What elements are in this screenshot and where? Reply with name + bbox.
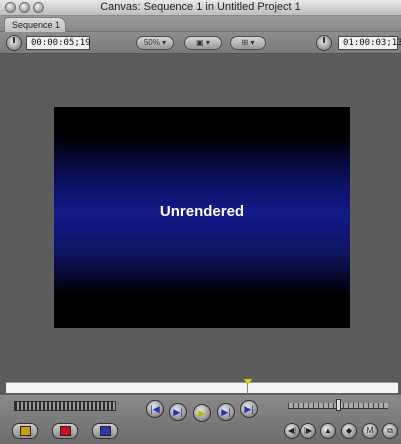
insert-edit-icon (20, 426, 31, 436)
insert-edit-button[interactable] (12, 423, 38, 439)
overwrite-edit-button[interactable] (52, 423, 78, 439)
match-frame-icon: ⧉ (387, 426, 393, 435)
duration-clock-icon (6, 35, 22, 51)
view-popup[interactable]: ▣ ▾ (184, 36, 222, 50)
mark-clip-icon: ▲ (324, 426, 332, 435)
play-around-button[interactable]: ▶| (217, 403, 235, 421)
zoom-value: 50% (143, 38, 160, 47)
duration-timecode-field[interactable]: 00:00:05;19 (26, 36, 91, 50)
chevron-down-icon: ▾ (159, 38, 167, 47)
add-keyframe-button[interactable]: ◆ (341, 423, 357, 439)
previous-edit-icon: |◀ (150, 404, 160, 414)
match-frame-button[interactable]: ⧉ (382, 423, 398, 439)
window-title: Canvas: Sequence 1 in Untitled Project 1 (100, 1, 301, 13)
add-marker-button[interactable]: M (362, 423, 378, 439)
play-in-to-out-button[interactable]: ▶| (169, 403, 187, 421)
keyframe-icon: ◆ (345, 426, 353, 435)
transport-controls: |◀ ▶| ▶ ▶| ▶| ◀| |▶ ▲ ◆ M ⧉ (0, 395, 401, 444)
window-titlebar[interactable]: Canvas: Sequence 1 in Untitled Project 1 (0, 0, 401, 16)
overlay-popup[interactable]: ⊞ ▾ (230, 36, 266, 50)
play-icon: ▶ (198, 408, 206, 418)
mark-clip-button[interactable]: ▲ (320, 423, 336, 439)
next-edit-icon: ▶| (244, 404, 254, 414)
replace-edit-button[interactable] (92, 423, 118, 439)
play-button[interactable]: ▶ (193, 404, 211, 422)
mark-out-icon: |▶ (303, 426, 313, 435)
view-mode-icon: ▣ (196, 38, 204, 47)
jog-handle[interactable] (336, 399, 341, 411)
tab-sequence-1[interactable]: Sequence 1 (4, 17, 66, 32)
mark-in-icon: ◀| (287, 426, 297, 435)
playhead-line (247, 383, 248, 394)
play-in-out-icon: ▶| (173, 407, 183, 417)
mark-out-button[interactable]: |▶ (300, 423, 316, 439)
tab-bar: Sequence 1 (0, 16, 401, 32)
unrendered-label: Unrendered (159, 203, 245, 220)
previous-edit-button[interactable]: |◀ (146, 400, 164, 418)
shuttle-control[interactable] (14, 401, 116, 411)
current-timecode-field[interactable]: 01:00:03;13 (338, 36, 401, 50)
timeline-scrubber[interactable] (6, 379, 398, 394)
chevron-down-icon: ▾ (248, 38, 255, 47)
canvas-control-bar: 00:00:05;19 50% ▾ ▣ ▾ ⊞ ▾ 01:00:03;13 (0, 32, 401, 54)
mark-in-button[interactable]: ◀| (284, 423, 300, 439)
canvas-viewer[interactable]: Unrendered (54, 107, 350, 328)
replace-edit-icon (100, 426, 111, 436)
current-time-clock-icon (316, 35, 332, 51)
overwrite-edit-icon (60, 426, 71, 436)
play-around-icon: ▶| (221, 407, 231, 417)
zoom-popup[interactable]: 50% ▾ (136, 36, 174, 50)
marker-icon: M (366, 426, 374, 435)
chevron-down-icon: ▾ (203, 38, 210, 47)
playhead-marker[interactable] (244, 379, 252, 385)
next-edit-button[interactable]: ▶| (240, 400, 258, 418)
